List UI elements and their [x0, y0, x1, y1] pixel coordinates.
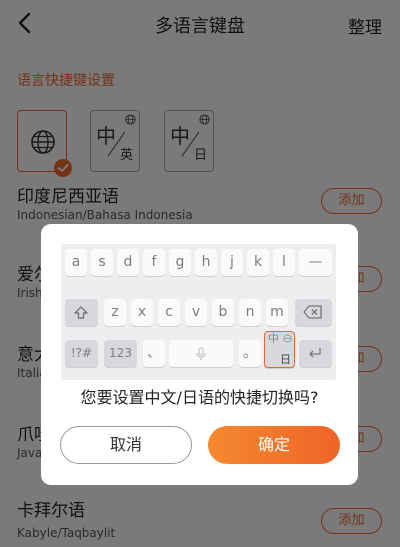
confirm-button[interactable]: 确定: [208, 426, 340, 464]
period-key: 。: [239, 340, 261, 367]
key-v: v: [185, 299, 207, 326]
key-x: x: [131, 299, 153, 326]
key-dash: —: [299, 249, 332, 276]
microphone-icon: [196, 347, 206, 360]
shift-icon: [74, 306, 88, 319]
key-j: j: [221, 249, 243, 276]
key-l: l: [273, 249, 295, 276]
enter-icon: [309, 348, 321, 358]
zh-ja-switch-key: 中 日: [264, 331, 295, 368]
key-z: z: [104, 299, 126, 326]
shortcut-confirm-dialog: a s d f g h j k l — z x c v b n m !?# 12…: [41, 224, 358, 485]
switch-sub-char: 日: [280, 353, 291, 366]
key-d: d: [117, 249, 139, 276]
switch-main-char: 中: [268, 332, 279, 345]
key-b: b: [212, 299, 234, 326]
backspace-key: [295, 299, 332, 326]
keyboard-preview: a s d f g h j k l — z x c v b n m !?# 12…: [61, 244, 336, 380]
key-k: k: [247, 249, 269, 276]
key-g: g: [169, 249, 191, 276]
numbers-key: 123: [104, 340, 137, 367]
key-s: s: [91, 249, 113, 276]
globe-icon: [283, 334, 292, 343]
space-key: [169, 340, 233, 367]
cancel-button[interactable]: 取消: [60, 426, 192, 464]
key-f: f: [143, 249, 165, 276]
backspace-icon: [303, 305, 322, 319]
enter-key: [299, 340, 332, 367]
shift-key: [65, 299, 98, 326]
confirm-question: 您要设置中文/日语的快捷切换吗?: [80, 388, 319, 407]
symbols-key: !?#: [65, 340, 98, 367]
key-m: m: [266, 299, 288, 326]
key-n: n: [239, 299, 261, 326]
key-c: c: [158, 299, 180, 326]
key-h: h: [195, 249, 217, 276]
comma-key: 、: [143, 340, 165, 367]
key-a: a: [65, 249, 87, 276]
